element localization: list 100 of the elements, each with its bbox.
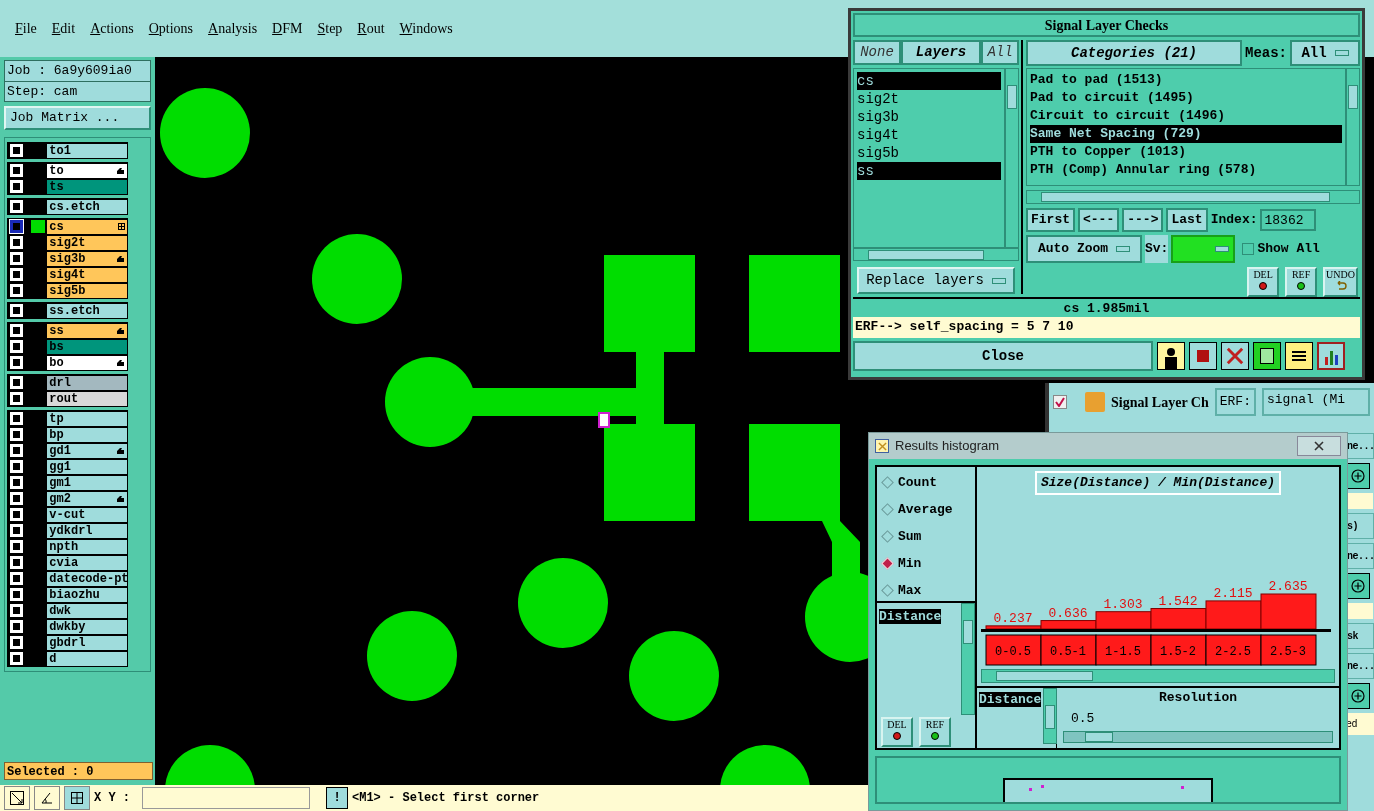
show-all-checkbox[interactable] — [1242, 243, 1255, 255]
erf-button[interactable]: ERF: — [1214, 388, 1256, 416]
layer-list-item[interactable]: sig4t — [857, 126, 1001, 144]
horizontal-scrollbar[interactable] — [1026, 190, 1360, 204]
menu-item[interactable]: DFM — [272, 18, 303, 39]
layer-name-cell[interactable]: ss — [47, 323, 127, 338]
layer-name-cell[interactable]: drl — [47, 375, 127, 390]
navigation-button[interactable]: First — [1026, 208, 1075, 232]
menu-item[interactable]: Edit — [51, 18, 76, 39]
layer-name-cell[interactable]: dwk — [47, 603, 127, 618]
category-list-item[interactable]: Same Net Spacing (729) — [1030, 125, 1342, 143]
list-item[interactable]: Distance — [979, 691, 1042, 707]
mode-radio-option[interactable]: Max — [883, 581, 975, 600]
menu-item[interactable]: Windows — [399, 18, 453, 39]
stop-icon[interactable] — [1189, 342, 1217, 370]
layer-name-cell[interactable]: rout — [47, 391, 127, 406]
layer-list-item[interactable]: sig2t — [857, 90, 1001, 108]
mode-radio-option[interactable]: Count — [883, 473, 975, 492]
categories-header-button[interactable]: Categories (21) — [1026, 40, 1242, 66]
layer-name-cell[interactable]: cvia — [47, 555, 127, 570]
layer-name-cell[interactable]: dwkby — [47, 619, 127, 634]
zoom-in-button[interactable] — [1346, 463, 1370, 489]
select-all-button[interactable]: All — [981, 40, 1019, 65]
layer-name-cell[interactable]: to — [47, 163, 127, 178]
vertical-scrollbar[interactable] — [1005, 68, 1019, 248]
menu-item[interactable]: Options — [148, 18, 194, 39]
layer-name-cell[interactable]: ydkdrl — [47, 523, 127, 538]
layer-list-item[interactable]: cs — [857, 72, 1001, 90]
category-list-item[interactable]: Pad to circuit (1495) — [1030, 89, 1342, 107]
grid-icon[interactable] — [64, 786, 90, 810]
layer-name-cell[interactable]: ts — [47, 179, 127, 194]
zoom-in-button[interactable] — [1346, 683, 1370, 709]
person-icon[interactable] — [1157, 342, 1185, 370]
delete-button[interactable]: DEL — [881, 717, 913, 747]
refresh-button[interactable]: REF — [919, 717, 951, 747]
horizontal-scrollbar[interactable] — [981, 668, 1335, 683]
checkbox[interactable] — [1053, 395, 1067, 409]
job-matrix-button[interactable]: Job Matrix ... — [4, 106, 151, 130]
layer-name-cell[interactable]: npth — [47, 539, 127, 554]
layer-name-cell[interactable]: to1 — [47, 143, 127, 158]
layer-name-cell[interactable]: gbdrl — [47, 635, 127, 650]
mode-radio-option[interactable]: Min — [883, 554, 975, 573]
layer-name-cell[interactable]: bs — [47, 339, 127, 354]
slider-thumb[interactable] — [1085, 731, 1114, 742]
menu-item[interactable]: Step — [317, 18, 343, 39]
layer-name-cell[interactable]: ss.etch — [47, 303, 127, 318]
close-button[interactable]: Close — [853, 341, 1153, 371]
layer-name-cell[interactable]: sig4t — [47, 267, 127, 282]
auto-zoom-dropdown[interactable]: Auto Zoom — [1026, 235, 1142, 263]
replace-layers-dropdown[interactable]: Replace layers — [857, 267, 1015, 294]
angle-measure-icon[interactable] — [34, 786, 60, 810]
list-item[interactable]: Distance — [879, 609, 942, 624]
delete-button[interactable]: DEL — [1247, 267, 1280, 297]
layer-name-cell[interactable]: d — [47, 651, 127, 666]
layer-name-cell[interactable]: cs.etch — [47, 199, 127, 214]
layer-checkbox[interactable] — [10, 220, 23, 233]
menu-item[interactable]: Rout — [357, 18, 385, 39]
category-list-item[interactable]: PTH to Copper (1013) — [1030, 143, 1342, 161]
layer-name-cell[interactable]: gm1 — [47, 475, 127, 490]
navigation-button[interactable]: ---> — [1122, 208, 1164, 232]
close-button[interactable] — [1297, 436, 1341, 456]
alert-button[interactable]: ! — [326, 787, 348, 809]
vertical-scrollbar[interactable] — [1043, 687, 1058, 744]
zoom-in-button[interactable] — [1346, 573, 1370, 599]
navigation-button[interactable]: <--- — [1078, 208, 1120, 232]
category-list-item[interactable]: PTH (Comp) Annular ring (578) — [1030, 161, 1342, 179]
crossed-out-button[interactable] — [1221, 342, 1249, 370]
layer-name-cell[interactable]: v-cut — [47, 507, 127, 522]
undo-button[interactable]: UNDO — [1323, 267, 1358, 297]
layers-button[interactable]: Layers — [901, 40, 981, 65]
layer-name-cell[interactable]: bp — [47, 427, 127, 442]
resolution-slider[interactable] — [1063, 730, 1333, 743]
category-list-item[interactable]: Pad to pad (1513) — [1030, 71, 1342, 89]
category-list-item[interactable]: Circuit to circuit (1496) — [1030, 107, 1342, 125]
layer-name-cell[interactable]: gg1 — [47, 459, 127, 474]
layer-name-cell[interactable]: gm2 — [47, 491, 127, 506]
menu-item[interactable]: File — [15, 18, 37, 39]
layer-name-cell[interactable]: sig5b — [47, 283, 127, 298]
horizontal-scrollbar[interactable] — [853, 248, 1019, 262]
layer-name-cell[interactable]: biaozhu — [47, 587, 127, 602]
layer-name-cell[interactable]: tp — [47, 411, 127, 426]
mode-radio-option[interactable]: Sum — [883, 527, 975, 546]
report-icon[interactable] — [1285, 342, 1313, 370]
bar-chart-icon[interactable] — [1317, 342, 1345, 370]
vertical-scrollbar[interactable] — [961, 603, 975, 715]
numbered-page-icon[interactable] — [1253, 342, 1281, 370]
layer-name-cell[interactable]: cs — [47, 219, 127, 234]
meas-dropdown[interactable]: All — [1290, 40, 1360, 66]
menu-item[interactable]: Analysis — [208, 18, 258, 39]
navigation-button[interactable]: Last — [1166, 208, 1208, 232]
layer-name-cell[interactable]: gd1 — [47, 443, 127, 458]
erf-field[interactable]: signal (Mi — [1262, 388, 1370, 416]
layer-list-item[interactable]: ss — [857, 162, 1001, 180]
select-none-button[interactable]: None — [853, 40, 901, 65]
layer-list-item[interactable]: sig3b — [857, 108, 1001, 126]
layer-list-item[interactable]: sig5b — [857, 144, 1001, 162]
menu-item[interactable]: Actions — [90, 18, 134, 39]
layer-name-cell[interactable]: sig3b — [47, 251, 127, 266]
layer-name-cell[interactable]: datecode-pt — [47, 571, 127, 586]
zoom-diagonal-icon[interactable] — [4, 786, 30, 810]
